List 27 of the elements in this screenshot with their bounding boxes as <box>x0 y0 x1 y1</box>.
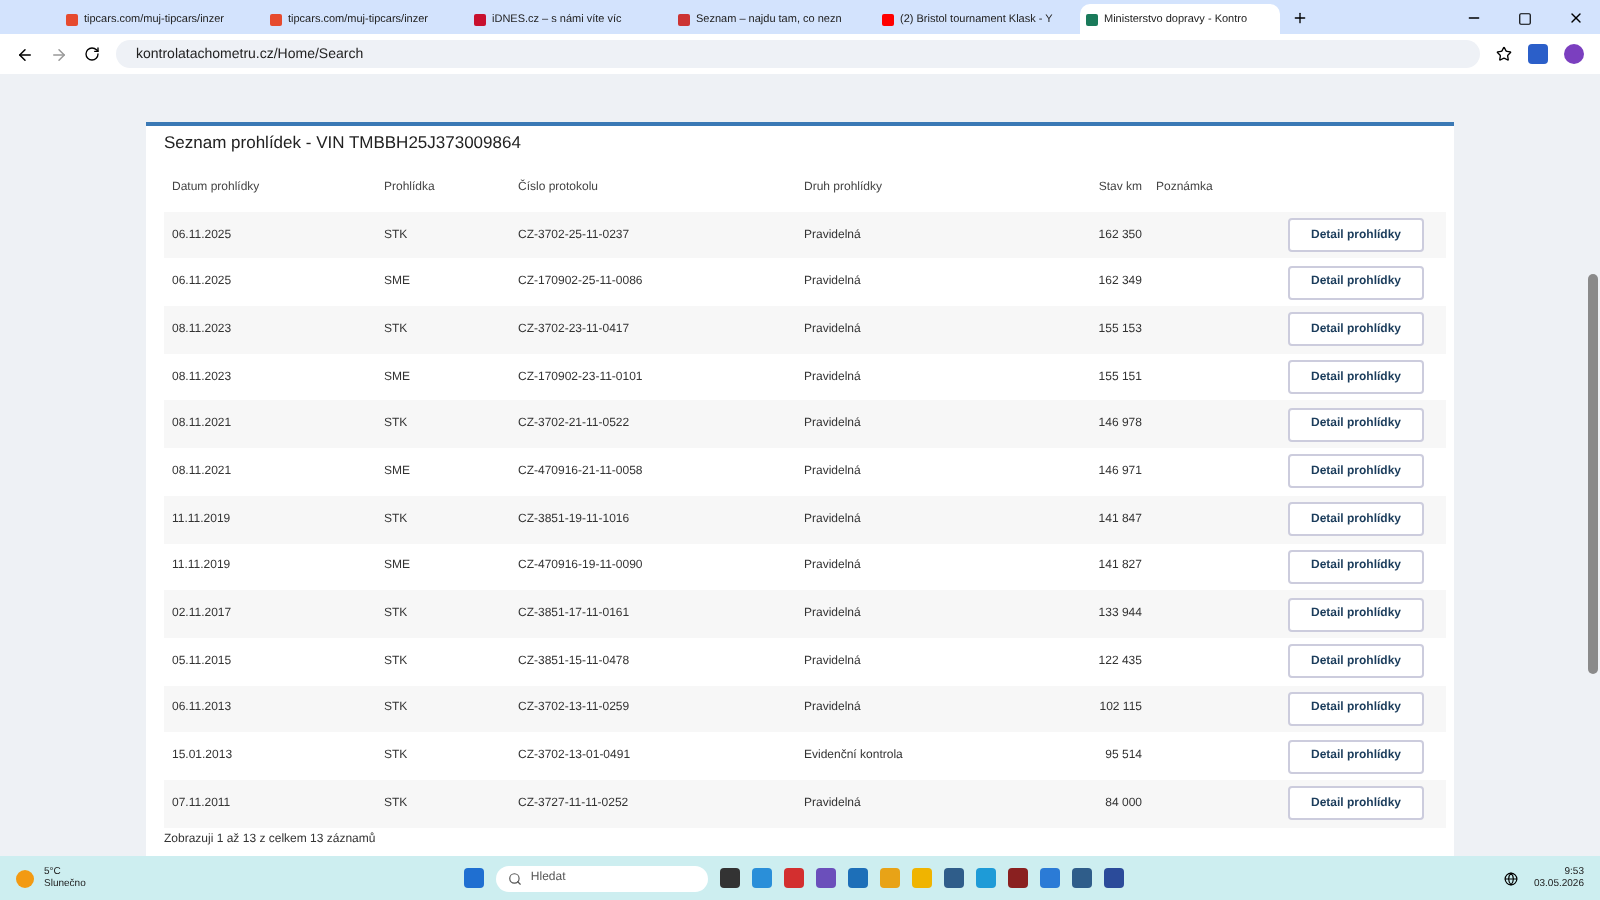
maximize-icon[interactable] <box>1518 12 1532 26</box>
profile-avatar-icon[interactable] <box>1564 44 1584 64</box>
taskbar-app-icon[interactable] <box>1008 868 1029 888</box>
start-icon[interactable] <box>464 868 485 888</box>
favicon-icon <box>66 13 78 25</box>
reload-icon[interactable] <box>84 46 100 62</box>
star-icon[interactable] <box>1496 46 1512 62</box>
taskbar-app-icon[interactable] <box>944 868 965 888</box>
favicon-icon <box>474 13 486 25</box>
favicon-icon <box>882 13 894 25</box>
card-title: Seznam prohlídek - VIN TMBBH25J373009864 <box>164 130 523 156</box>
favicon-icon <box>678 13 690 25</box>
sun-icon <box>16 869 34 887</box>
favicon-icon <box>1086 13 1098 25</box>
search-icon <box>508 871 523 885</box>
taskbar-app-icon[interactable] <box>1072 868 1093 888</box>
scrollbar-thumb[interactable] <box>1588 274 1598 674</box>
network-icon[interactable] <box>1503 871 1518 885</box>
taskbar-app-icon[interactable] <box>816 868 837 888</box>
new-tab-icon[interactable] <box>1292 10 1308 26</box>
taskbar-app-icon[interactable] <box>1104 868 1125 888</box>
close-icon[interactable] <box>1568 10 1584 26</box>
forward-icon[interactable] <box>50 45 68 63</box>
taskbar-app-icon[interactable] <box>720 868 741 888</box>
extension-icon[interactable] <box>1528 44 1548 64</box>
favicon-icon <box>270 13 282 25</box>
back-icon[interactable] <box>16 45 34 63</box>
